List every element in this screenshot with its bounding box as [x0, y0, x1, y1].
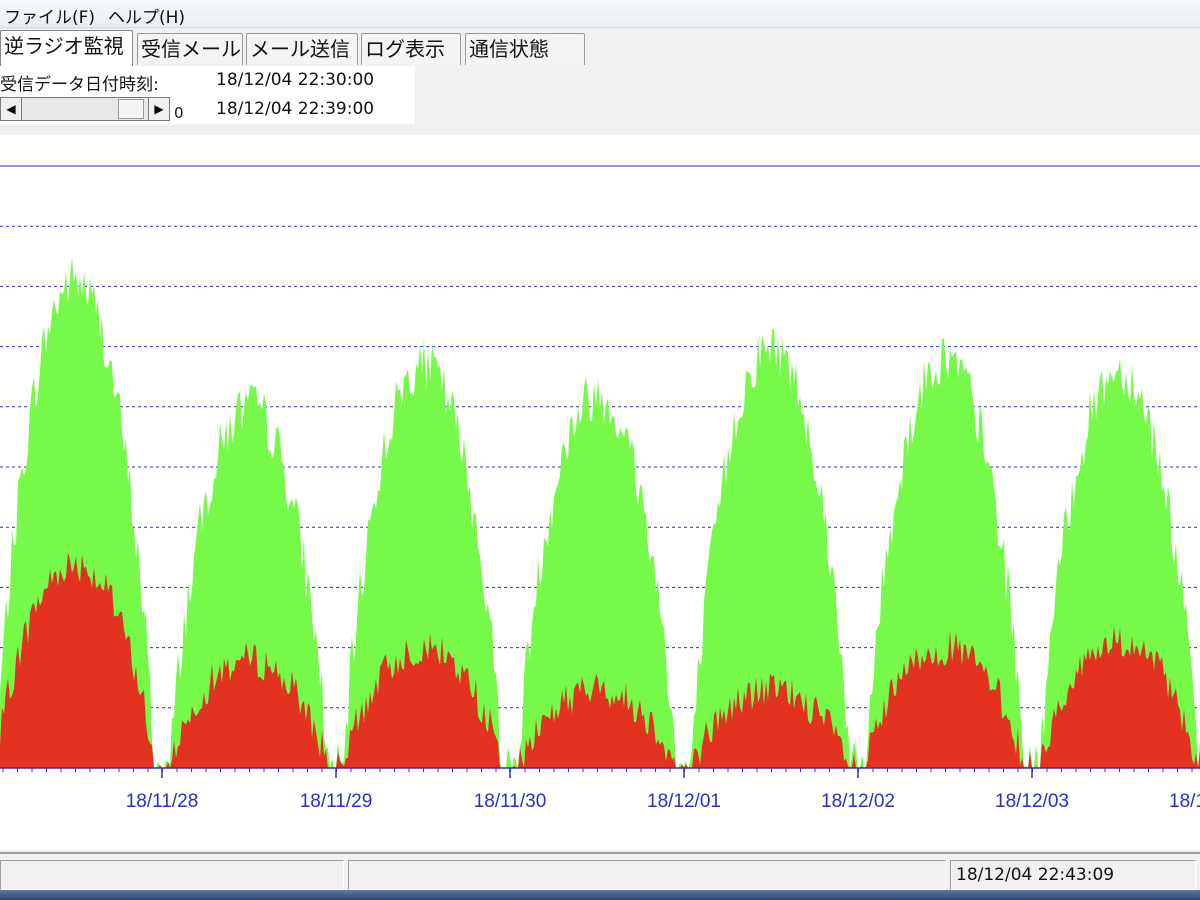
scroll-left-arrow-icon[interactable]: ◀	[0, 97, 22, 121]
tab-log-view[interactable]: ログ表示	[361, 33, 461, 65]
tab-bar: 逆ラジオ監視 受信メール メール送信 ログ表示 通信状態	[0, 30, 1200, 66]
menu-bar: ファイル(F) ヘルプ(H)	[0, 0, 1200, 28]
x-tick-label: 18/12/04	[1169, 791, 1200, 812]
tab-received-mail[interactable]: 受信メール	[137, 33, 243, 65]
x-tick-label: 18/12/03	[995, 791, 1069, 812]
scroll-position-value: 0	[174, 104, 184, 122]
taskbar	[0, 890, 1200, 900]
tab-reverse-radio-monitor[interactable]: 逆ラジオ監視	[0, 30, 133, 66]
series-area-green	[0, 257, 1200, 768]
x-tick-label: 18/11/29	[300, 791, 373, 812]
tab-send-mail[interactable]: メール送信	[246, 33, 358, 65]
x-tick-label: 18/11/28	[126, 791, 199, 812]
scroll-thumb[interactable]	[118, 99, 144, 119]
status-timestamp: 18/12/04 22:43:09	[950, 860, 1196, 890]
current-datetime-value: 18/12/04 22:39:00	[216, 99, 375, 119]
menu-help[interactable]: ヘルプ(H)	[108, 3, 185, 28]
status-pane-2	[348, 860, 946, 890]
signal-chart: 18/11/28 18/11/29 18/11/30 18/12/01 18/12/02…	[0, 135, 1200, 850]
status-bar: 18/12/04 22:43:09	[0, 852, 1200, 890]
time-scrollbar[interactable]: ◀ ▶	[0, 97, 170, 121]
tab-comm-status[interactable]: 通信状態	[465, 33, 585, 65]
received-datetime-value: 18/12/04 22:30:00	[216, 70, 375, 90]
chart-svg: 18/11/28 18/11/29 18/11/30 18/12/01 18/12/02…	[0, 165, 1200, 812]
x-tick-label: 18/11/30	[474, 791, 547, 812]
scroll-track[interactable]	[22, 97, 148, 121]
menu-file[interactable]: ファイル(F)	[4, 3, 95, 28]
x-tick-label: 18/12/02	[821, 791, 895, 812]
status-pane-1	[0, 860, 344, 890]
scroll-right-arrow-icon[interactable]: ▶	[148, 97, 170, 121]
received-datetime-label: 受信データ日付時刻:	[0, 75, 159, 95]
x-tick-label: 18/12/01	[647, 791, 721, 812]
